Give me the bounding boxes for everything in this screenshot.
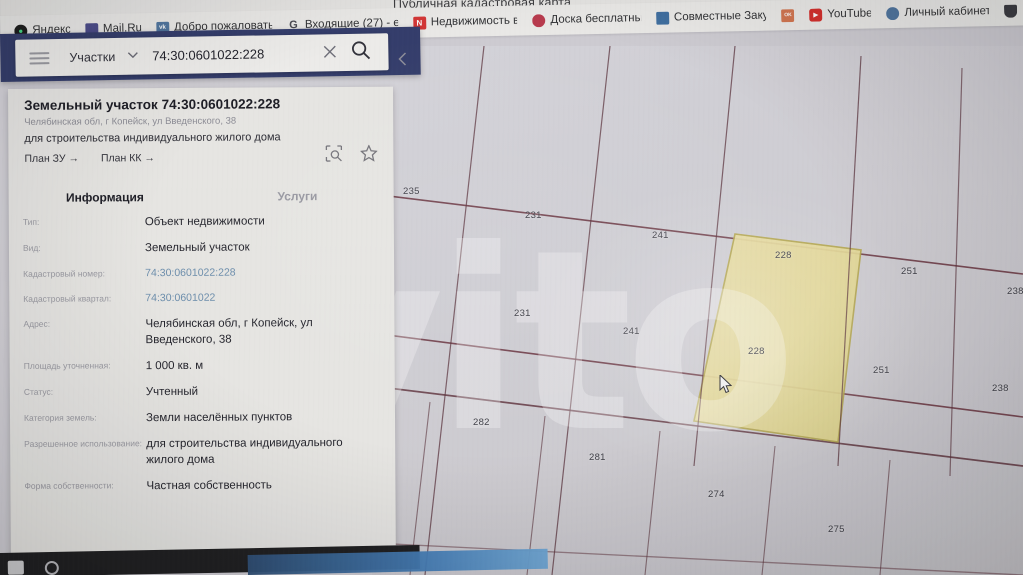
panel-permitted-use-subtitle: для строительства индивидуального жилого… (24, 131, 281, 145)
youtube-icon: ▶ (809, 7, 823, 22)
attribute-value[interactable]: 74:30:0601022 (145, 291, 215, 306)
purchases-icon (655, 11, 670, 25)
bookmark-label: Доска бесплатны (550, 12, 642, 26)
panel-tabs[interactable]: Информация Услуги (9, 181, 394, 213)
chevron-down-icon[interactable] (127, 51, 138, 62)
attribute-key: Статус: (23, 386, 54, 397)
attribute-value: Учтенный (145, 385, 199, 399)
panel-tab-information[interactable]: Информация (9, 190, 202, 205)
shield-icon (1003, 4, 1018, 18)
bookmark-item[interactable] (1003, 4, 1018, 18)
bookmark-item[interactable]: ▶ YouTube (809, 7, 872, 22)
bookmark-item[interactable]: Личный кабинет (886, 5, 989, 20)
panel-address-subtitle: Челябинская обл, г Копейск, ул Введенско… (24, 115, 237, 128)
bookmark-item[interactable]: N Недвижимость в (412, 14, 518, 30)
close-icon[interactable] (323, 45, 336, 61)
parcel-info-panel[interactable]: Земельный участок 74:30:0601022:228 Челя… (8, 86, 396, 559)
attribute-value: Объект недвижимости (144, 215, 265, 229)
screenshot-root: avito 235 231 241 228 251 238 231 241 228 251 238 2… (0, 0, 1023, 575)
search-input[interactable]: 74:30:0601022:228 (152, 46, 264, 63)
attribute-value: Частная собственность (146, 479, 272, 493)
attribute-key: Тип: (22, 216, 40, 227)
panel-attribute-list: Тип: Объект недвижимости Вид: Земельный уча… (9, 213, 396, 506)
board-icon (532, 13, 546, 27)
panel-title: Земельный участок 74:30:0601022:228 (24, 96, 281, 113)
attribute-row: Тип: Объект недвижимости (9, 213, 394, 231)
attribute-row: Форма собственности: Частная собственност… (10, 477, 395, 495)
search-category-label[interactable]: Участки (69, 49, 115, 64)
attribute-value: Земли населённых пунктов (145, 411, 293, 425)
attribute-value: для строительства индивидуального жилого… (146, 436, 343, 467)
attribute-row: Адрес: Челябинская обл, г Копейск, ул Вве… (9, 314, 394, 349)
attribute-value: Челябинская обл, г Копейск, ул Введенско… (145, 316, 313, 346)
attribute-key: Адрес: (23, 318, 51, 329)
attribute-value: Земельный участок (144, 241, 250, 255)
favorite-star-icon[interactable] (359, 144, 378, 162)
panel-plan-links: План ЗУ → План КК → (24, 152, 155, 165)
panel-tab-services[interactable]: Услуги (201, 189, 394, 204)
chevron-left-icon[interactable] (398, 52, 407, 69)
bookmark-item[interactable]: Совместные Заку (655, 9, 767, 25)
plan-zu-link[interactable]: План ЗУ → (24, 153, 79, 165)
attribute-value[interactable]: 74:30:0601022:228 (145, 266, 236, 281)
attribute-value: 1 000 кв. м (145, 359, 204, 372)
panel-action-icons (325, 144, 378, 162)
window-icon[interactable] (7, 560, 24, 575)
attribute-row: Вид: Земельный участок (9, 239, 394, 257)
attribute-row: Категория земель: Земли населённых пункто… (10, 409, 395, 427)
attribute-key: Площадь уточненная: (23, 360, 111, 371)
attribute-row: Разрешенное использование: для строительс… (10, 435, 395, 470)
selected-parcel-228 (693, 233, 862, 443)
copy-search-icon[interactable] (325, 145, 343, 162)
ok-icon: OK (781, 8, 795, 22)
attribute-row: Кадастровый квартал: 74:30:0601022 (9, 290, 394, 307)
attribute-key: Кадастровый квартал: (23, 293, 112, 304)
bookmark-label: Недвижимость в (430, 14, 518, 29)
hamburger-icon[interactable] (29, 51, 50, 64)
attribute-row: Площадь уточненная: 1 000 кв. м (10, 356, 395, 374)
search-bar[interactable]: Участки 74:30:0601022:228 (15, 33, 389, 77)
attribute-key: Категория земель: (23, 412, 97, 423)
attribute-key: Разрешенное использование: (24, 438, 143, 449)
account-icon (886, 6, 900, 20)
search-icon[interactable] (351, 40, 371, 64)
attribute-key: Вид: (22, 242, 41, 254)
bookmark-label: YouTube (827, 7, 872, 21)
attribute-row: Кадастровый номер: 74:30:0601022:228 (9, 265, 394, 282)
bookmark-label: Совместные Заку (673, 9, 767, 24)
attribute-row: Статус: Учтенный (10, 382, 395, 400)
attribute-key: Форма собственности: (24, 480, 114, 492)
attribute-key: Кадастровый номер: (23, 268, 105, 280)
bookmark-item[interactable]: OK (781, 8, 795, 22)
map-search-header: Участки 74:30:0601022:228 (0, 26, 421, 82)
bookmark-label: Личный кабинет (904, 5, 990, 19)
circle-icon[interactable] (44, 560, 59, 575)
plan-kk-link[interactable]: План КК → (101, 152, 155, 164)
bookmark-item[interactable]: Доска бесплатны (532, 12, 641, 27)
